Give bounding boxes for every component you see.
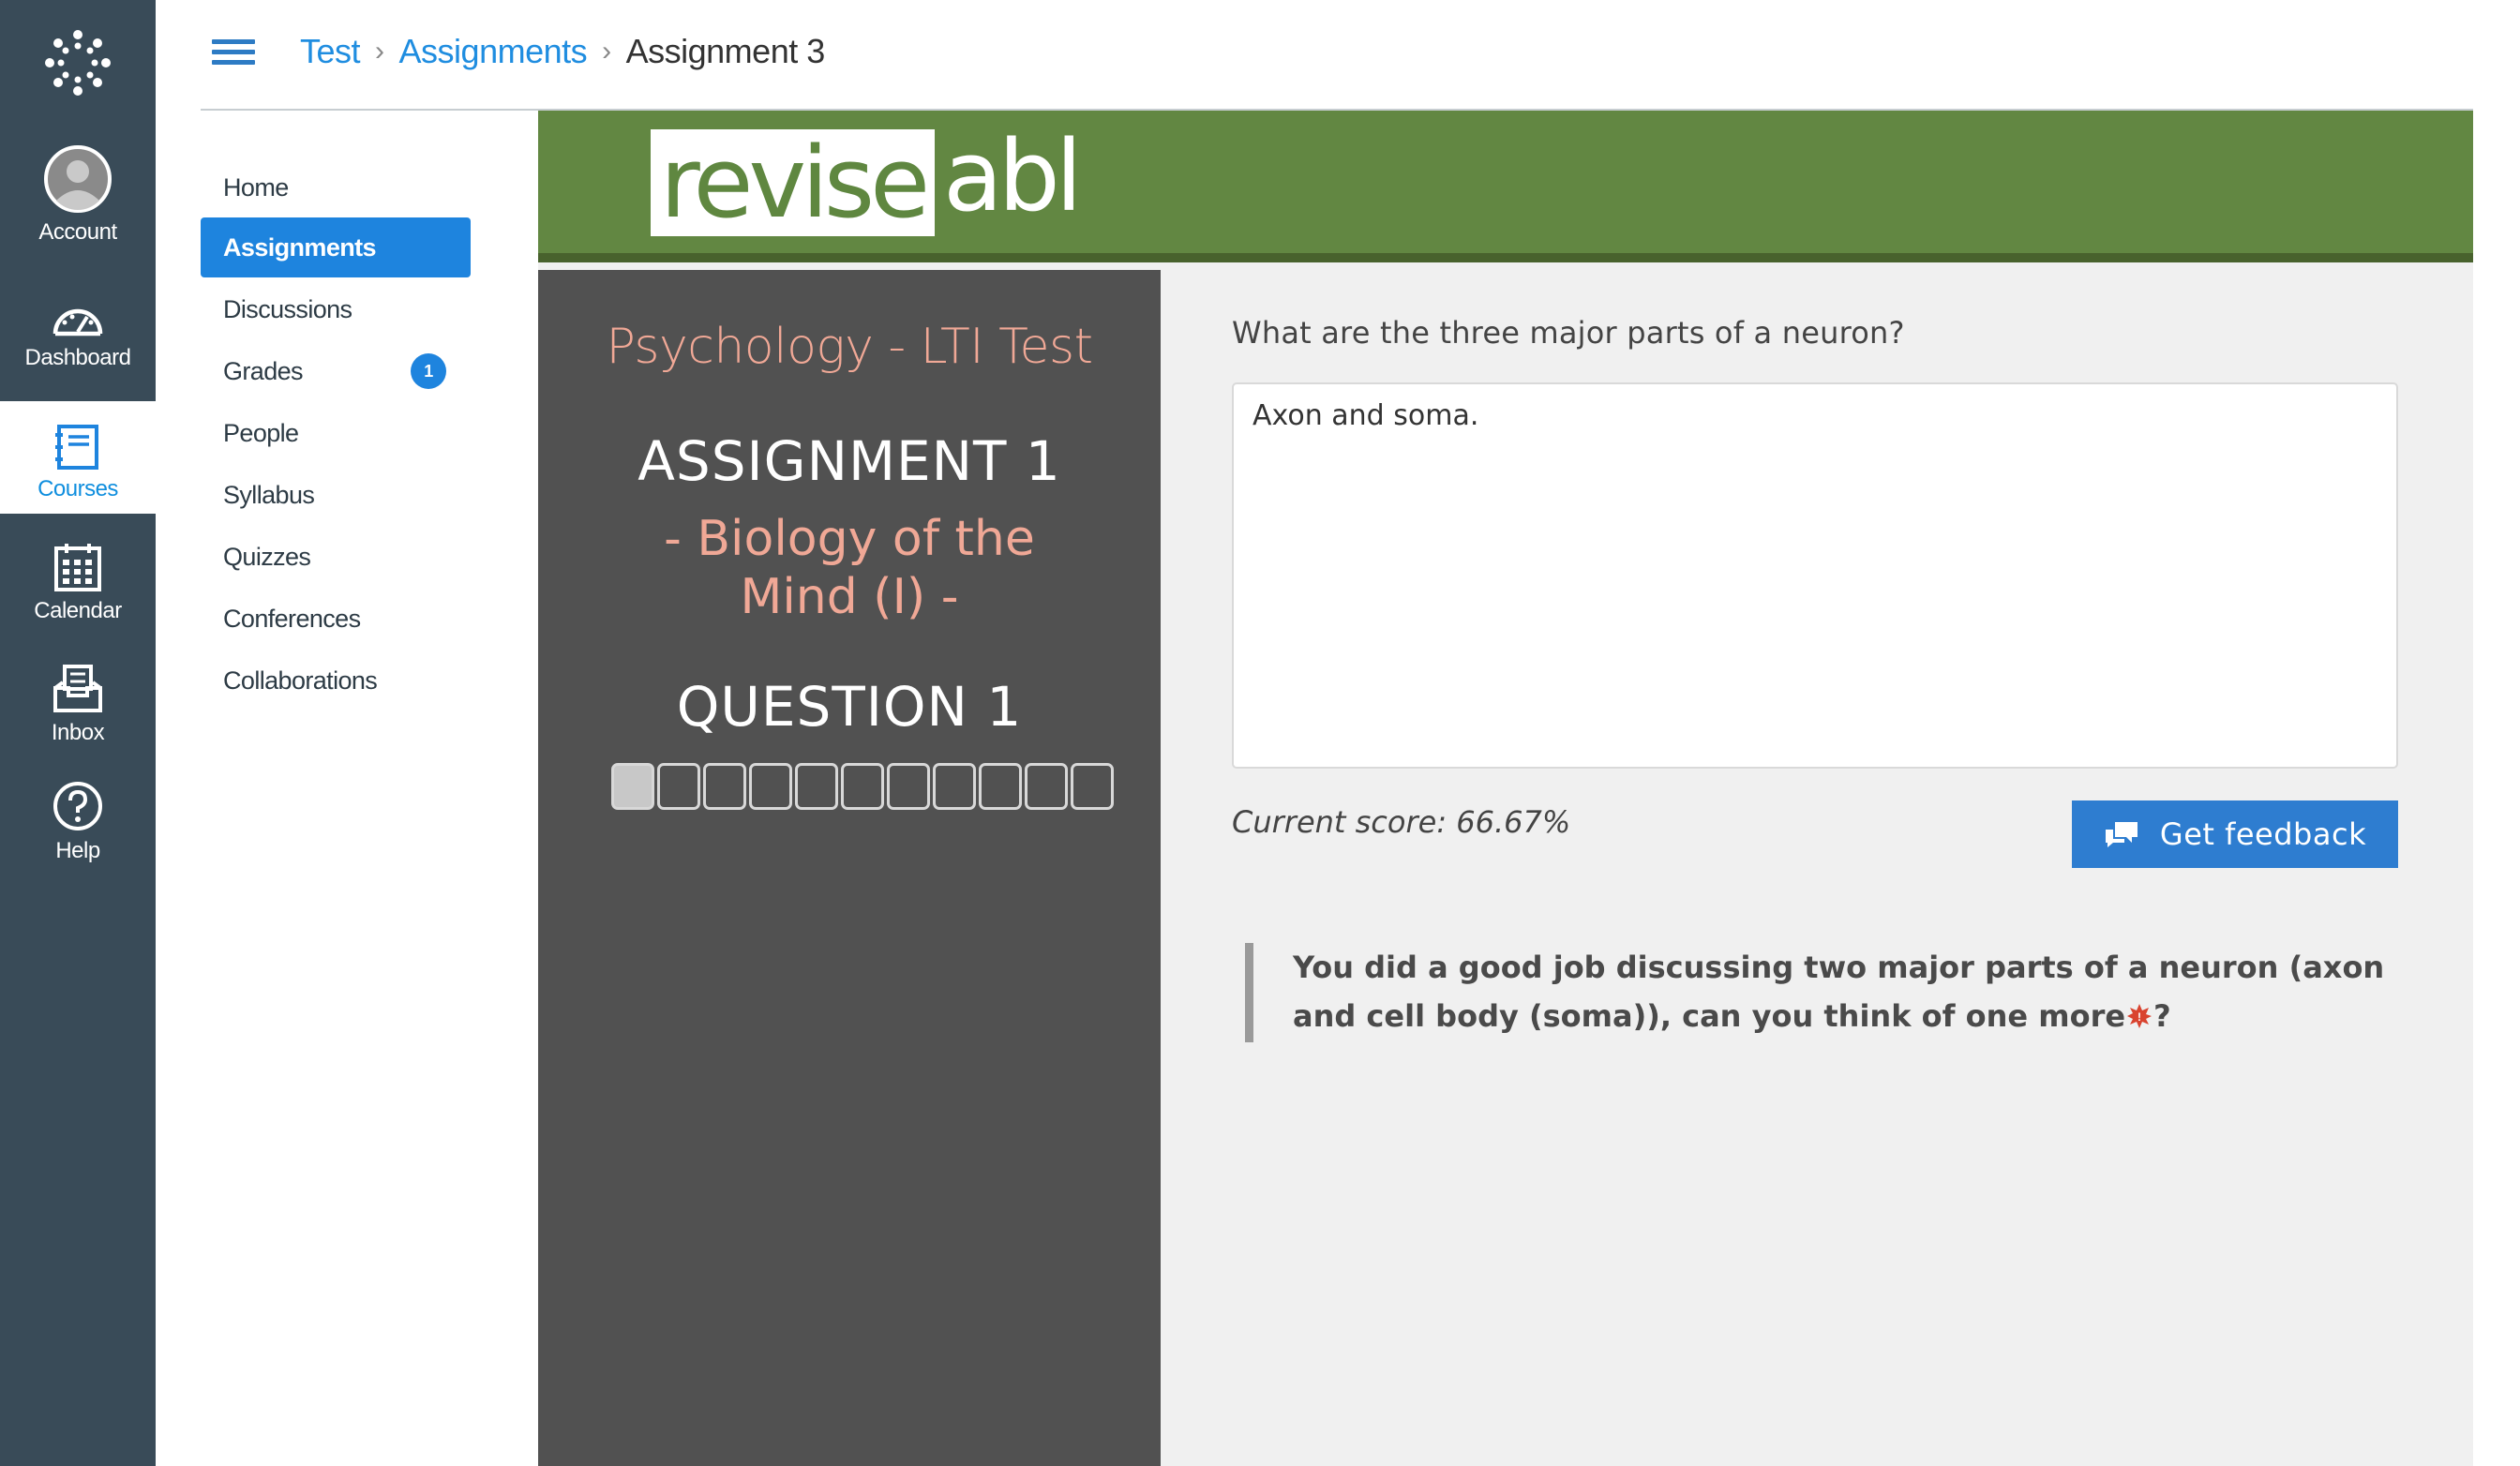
question-progress-square[interactable]	[841, 763, 884, 810]
chevron-right-icon: ›	[375, 36, 384, 67]
global-nav-account[interactable]: Account	[0, 133, 156, 257]
question-progress-square[interactable]	[611, 763, 654, 810]
global-nav-label: Inbox	[51, 720, 105, 745]
question-progress-square[interactable]	[703, 763, 746, 810]
logo-revise-text: revise	[660, 126, 930, 240]
reviseabl-frame: revise abl Psychology - LTI Test ASSIGNM…	[538, 111, 2473, 1466]
course-nav-grades[interactable]: Grades 1	[201, 341, 471, 401]
page-header: Test › Assignments › Assignment 3	[156, 0, 2520, 109]
question-progress-square[interactable]	[749, 763, 792, 810]
question-progress-square[interactable]	[933, 763, 976, 810]
global-nav-dashboard[interactable]: Dashboard	[0, 270, 156, 382]
inbox-icon	[53, 665, 102, 712]
answer-textarea[interactable]: Axon and soma.	[1232, 382, 2398, 769]
course-title: Psychology - LTI Test	[606, 319, 1093, 375]
question-text: What are the three major parts of a neur…	[1232, 315, 1905, 351]
get-feedback-button[interactable]: Get feedback	[2072, 800, 2398, 868]
reviseabl-logo: revise	[651, 126, 936, 240]
course-nav-people[interactable]: People	[201, 403, 471, 463]
course-nav-home[interactable]: Home	[201, 157, 471, 217]
reviseabl-banner: revise abl	[538, 111, 2473, 262]
course-nav-discussions[interactable]: Discussions	[201, 279, 471, 339]
hamburger-menu-icon[interactable]	[212, 39, 255, 66]
breadcrumb-link-course[interactable]: Test	[300, 32, 361, 71]
feedback-text: You did a good job discussing two major …	[1293, 950, 2385, 1034]
breadcrumb-current: Assignment 3	[625, 32, 826, 70]
global-nav-inbox[interactable]: Inbox	[0, 645, 156, 757]
global-nav-help[interactable]: Help	[0, 763, 156, 875]
course-nav-quizzes[interactable]: Quizzes	[201, 527, 471, 587]
course-nav-syllabus[interactable]: Syllabus	[201, 465, 471, 525]
feedback-message: You did a good job discussing two major …	[1245, 943, 2408, 1042]
global-nav-label: Help	[55, 838, 100, 863]
courses-icon	[55, 425, 98, 470]
global-nav: Account Dashboard Courses Calendar Inbox…	[0, 0, 156, 1466]
chevron-right-icon: ›	[602, 36, 611, 67]
avatar-icon	[44, 145, 112, 213]
global-nav-courses[interactable]: Courses	[0, 401, 156, 514]
calendar-icon	[54, 544, 101, 591]
question-progress-square[interactable]	[795, 763, 838, 810]
course-nav: Home Assignments Discussions Grades 1 Pe…	[201, 111, 538, 1466]
question-progress	[611, 763, 1117, 810]
svg-text:!: !	[2138, 1010, 2141, 1024]
grades-count-badge: 1	[411, 353, 446, 389]
breadcrumb-link-assignments[interactable]: Assignments	[399, 32, 588, 71]
question-progress-square[interactable]	[1071, 763, 1114, 810]
current-score: Current score: 66.67%	[1232, 804, 1571, 840]
warning-burst-icon: !	[2127, 994, 2152, 1042]
global-nav-label: Courses	[38, 476, 118, 501]
question-title: QUESTION 1	[676, 675, 1023, 739]
global-nav-calendar[interactable]: Calendar	[0, 523, 156, 636]
question-progress-square[interactable]	[887, 763, 930, 810]
question-progress-square[interactable]	[979, 763, 1022, 810]
logo-abl-text: abl	[943, 119, 1083, 233]
course-nav-assignments[interactable]: Assignments	[201, 217, 471, 277]
course-nav-label: Grades	[223, 356, 304, 385]
course-nav-collaborations[interactable]: Collaborations	[201, 651, 471, 711]
global-nav-label: Dashboard	[24, 345, 131, 370]
assignment-subtitle: - Biology of the Mind (I) -	[664, 511, 1035, 625]
dashboard-icon	[52, 308, 103, 337]
get-feedback-label: Get feedback	[2159, 816, 2367, 852]
global-nav-label: Calendar	[34, 598, 122, 623]
canvas-logo-icon[interactable]	[0, 0, 156, 126]
assignment-title: ASSIGNMENT 1	[638, 429, 1061, 493]
question-progress-square[interactable]	[1025, 763, 1068, 810]
chat-bubbles-icon	[2105, 822, 2138, 847]
course-nav-conferences[interactable]: Conferences	[201, 589, 471, 649]
question-panel: What are the three major parts of a neur…	[1161, 270, 2473, 1466]
feedback-text-end: ?	[2153, 998, 2171, 1034]
help-icon	[53, 782, 102, 830]
breadcrumb: Test › Assignments › Assignment 3	[300, 32, 825, 71]
question-progress-square[interactable]	[657, 763, 700, 810]
global-nav-label: Account	[38, 219, 117, 245]
assignment-info-panel: Psychology - LTI Test ASSIGNMENT 1 - Bio…	[538, 270, 1161, 1466]
